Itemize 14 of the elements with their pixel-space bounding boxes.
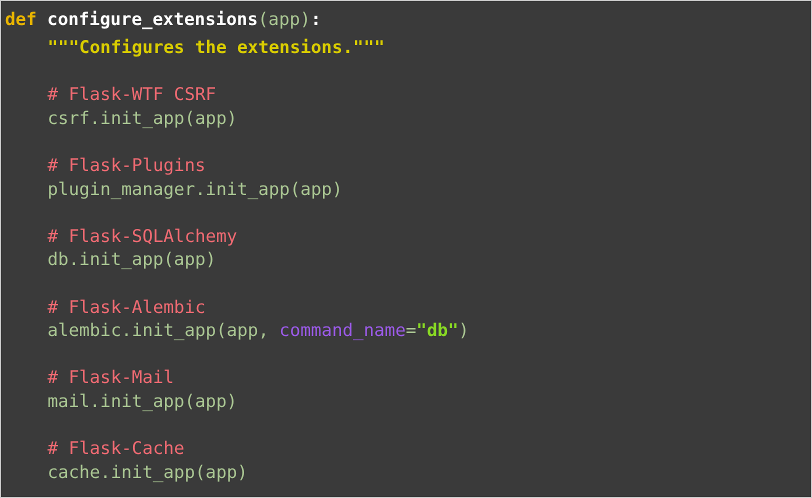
code-line: csrf.init_app(app) <box>48 108 238 131</box>
code-comment: # Flask-SQLAlchemy <box>48 226 238 249</box>
code-comment: # Flask-Mail <box>48 367 174 390</box>
code-comment: # Flask-Cache <box>48 438 184 462</box>
code-line: mail.init_app(app) <box>48 390 238 414</box>
code-line: db.init_app(app) <box>48 249 216 272</box>
code-comment: # Flask-Alembic <box>48 296 206 320</box>
code-line: alembic.init_app(app, command_name="db") <box>48 320 469 344</box>
code-comment: # Flask-Plugins <box>48 154 206 178</box>
function-signature: def configure_extensions(app): <box>5 9 322 32</box>
code-comment: # Flask-WTF CSRF <box>48 84 216 108</box>
docstring: """Configures the extensions.""" <box>48 36 385 60</box>
code-line: cache.init_app(app) <box>48 462 248 485</box>
code-line: plugin_manager.init_app(app) <box>48 178 343 202</box>
